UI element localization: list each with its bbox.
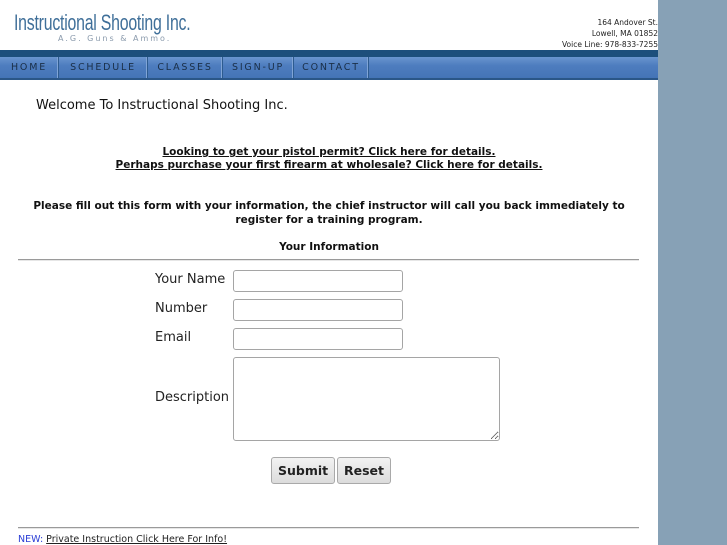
email-input[interactable] <box>233 328 403 350</box>
number-input[interactable] <box>233 299 403 321</box>
footer-note: NEW: Private Instruction Click Here For I… <box>18 534 227 545</box>
private-instruction-link[interactable]: Private Instruction Click Here For Info! <box>46 534 227 545</box>
email-label: Email <box>155 330 192 345</box>
address-city: Lowell, MA 01852 <box>591 29 658 38</box>
name-label: Your Name <box>155 272 226 287</box>
promo-links: Looking to get your pistol permit? Click… <box>0 146 658 172</box>
new-tag: NEW: <box>18 534 44 545</box>
nav-contact[interactable]: CONTACT <box>294 57 369 78</box>
pistol-permit-link[interactable]: Looking to get your pistol permit? Click… <box>162 146 495 158</box>
nav-sign-up[interactable]: SIGN-UP <box>223 57 294 78</box>
description-textarea[interactable] <box>233 357 500 441</box>
reset-button[interactable]: Reset <box>337 457 391 484</box>
page: Instructional Shooting Inc. A.G. Guns & … <box>0 0 658 545</box>
wholesale-firearm-link[interactable]: Perhaps purchase your first firearm at w… <box>116 159 543 171</box>
nav-schedule[interactable]: SCHEDULE <box>59 57 148 78</box>
main-nav: HOME SCHEDULE CLASSES SIGN-UP CONTACT <box>0 57 658 80</box>
footer-divider <box>18 527 639 529</box>
contact-address: 164 Andover St. Lowell, MA 01852 Voice L… <box>562 17 658 50</box>
phone-line: Voice Line: 978-833-7255 <box>561 40 658 49</box>
form-intro-text: Please fill out this form with your info… <box>33 200 625 226</box>
welcome-heading: Welcome To Instructional Shooting Inc. <box>36 98 288 113</box>
divider <box>18 259 639 261</box>
header-divider-bar <box>0 50 658 57</box>
nav-home[interactable]: HOME <box>0 57 59 78</box>
number-label: Number <box>155 301 208 316</box>
section-title: Your Information <box>279 241 379 253</box>
submit-button[interactable]: Submit <box>271 457 336 484</box>
site-header: Instructional Shooting Inc. A.G. Guns & … <box>0 0 658 50</box>
address-street: 164 Andover St. <box>597 18 658 27</box>
logo-title[interactable]: Instructional Shooting Inc. <box>14 10 191 36</box>
name-input[interactable] <box>233 270 403 292</box>
nav-classes[interactable]: CLASSES <box>148 57 223 78</box>
logo-subtitle: A.G. Guns & Ammo. <box>58 34 172 43</box>
description-label: Description <box>155 390 230 405</box>
